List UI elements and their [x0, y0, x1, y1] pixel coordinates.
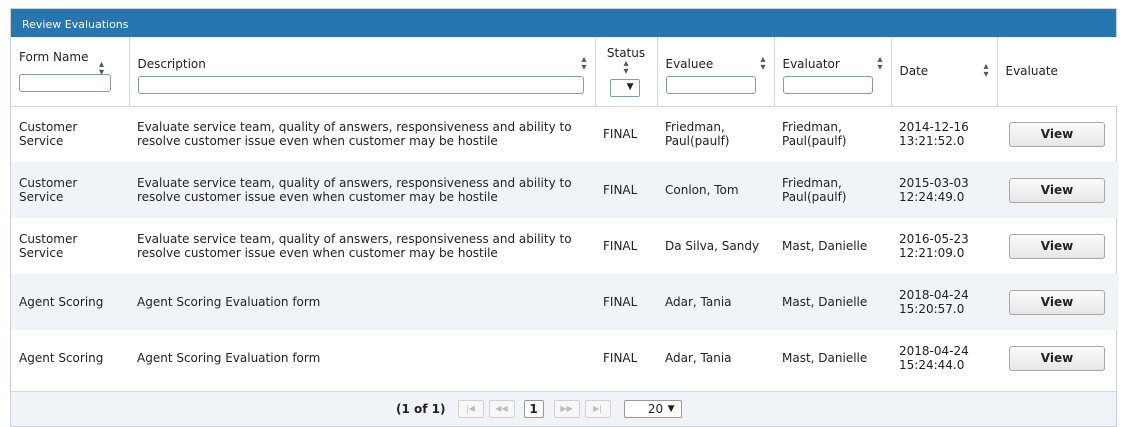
- date-cell: 2018-04-24 15:24:44.0: [899, 344, 969, 372]
- sort-icon[interactable]: ▴ ▾: [760, 55, 765, 73]
- sort-icon[interactable]: ▴ ▾: [623, 58, 628, 76]
- view-button[interactable]: View: [1009, 177, 1105, 203]
- paginator: (1 of 1) |◀ ◀◀ 1 ▶▶ ▶| 20 ▼: [11, 391, 1116, 426]
- evaluate-cell: View: [997, 274, 1118, 330]
- form-name-label: Form Name: [19, 50, 89, 65]
- column-header-status[interactable]: Status ▴ ▾ ▼: [595, 37, 658, 107]
- page-number-button[interactable]: 1: [523, 400, 544, 418]
- view-button[interactable]: View: [1009, 233, 1105, 259]
- description-cell: Evaluate service team, quality of answer…: [137, 176, 572, 204]
- last-page-button[interactable]: ▶|: [584, 400, 611, 418]
- status-cell: FINAL: [603, 239, 638, 253]
- form-name-cell: Customer Service: [19, 232, 78, 260]
- column-header-description[interactable]: Description ▴ ▾: [129, 37, 596, 107]
- column-header-evaluate: Evaluate: [997, 37, 1118, 107]
- next-page-button[interactable]: ▶▶: [553, 400, 580, 418]
- table-row: Agent Scoring Agent Scoring Evaluation f…: [11, 330, 1118, 386]
- evaluee-cell: Adar, Tania: [665, 295, 732, 309]
- column-header-date[interactable]: Date ▴ ▾: [891, 37, 998, 107]
- evaluator-cell: Friedman, Paul(paulf): [782, 176, 847, 204]
- description-cell: Evaluate service team, quality of answer…: [137, 232, 572, 260]
- evaluee-filter-input[interactable]: [665, 76, 756, 95]
- evaluator-label: Evaluator: [782, 57, 840, 72]
- evaluate-label: Evaluate: [1005, 64, 1058, 79]
- description-cell: Agent Scoring Evaluation form: [137, 295, 321, 309]
- evaluator-cell: Friedman, Paul(paulf): [782, 120, 847, 149]
- date-cell: 2015-03-03 12:24:49.0: [899, 176, 969, 204]
- form-name-filter-input[interactable]: [19, 74, 111, 93]
- description-cell: Agent Scoring Evaluation form: [137, 351, 321, 365]
- prev-page-button[interactable]: ◀◀: [488, 400, 515, 418]
- evaluee-cell: Adar, Tania: [665, 351, 732, 365]
- status-cell: FINAL: [603, 127, 638, 142]
- first-page-button[interactable]: |◀: [457, 400, 484, 418]
- table-row: Customer Service Evaluate service team, …: [11, 106, 1118, 162]
- sort-icon[interactable]: ▴ ▾: [983, 62, 988, 80]
- caret-down-icon: ▼: [626, 81, 634, 92]
- view-button[interactable]: View: [1009, 289, 1105, 315]
- date-cell: 2014-12-16 13:21:52.0: [899, 120, 969, 149]
- evaluate-cell: View: [997, 106, 1118, 162]
- date-cell: 2016-05-23 12:21:09.0: [899, 232, 969, 260]
- evaluee-cell: Conlon, Tom: [665, 183, 739, 197]
- review-evaluations-panel: Review Evaluations Form Name ▴ ▾ Descrip…: [10, 8, 1118, 427]
- evaluations-table: Form Name ▴ ▾ Description ▴ ▾ Status ▴ ▾ ▼: [11, 37, 1118, 386]
- table-row: Customer Service Evaluate service team, …: [11, 162, 1118, 218]
- view-button[interactable]: View: [1009, 345, 1105, 371]
- description-filter-input[interactable]: [137, 76, 584, 95]
- date-label: Date: [899, 64, 929, 79]
- rows-per-page-value: 20: [647, 402, 664, 416]
- evaluator-cell: Mast, Danielle: [782, 351, 868, 365]
- evaluator-filter-input[interactable]: [782, 76, 873, 95]
- table-row: Agent Scoring Agent Scoring Evaluation f…: [11, 274, 1118, 330]
- status-filter-select[interactable]: ▼: [609, 78, 640, 97]
- column-header-evaluee[interactable]: Evaluee ▴ ▾: [657, 37, 775, 107]
- column-header-form-name[interactable]: Form Name ▴ ▾: [11, 37, 130, 107]
- evaluee-label: Evaluee: [665, 57, 714, 72]
- sort-icon[interactable]: ▴ ▾: [581, 55, 586, 73]
- evaluate-cell: View: [997, 162, 1118, 218]
- evaluate-cell: View: [997, 218, 1118, 274]
- form-name-cell: Customer Service: [19, 176, 78, 204]
- evaluator-cell: Mast, Danielle: [782, 239, 868, 253]
- form-name-cell: Customer Service: [19, 120, 78, 149]
- paginator-controls: (1 of 1) |◀ ◀◀ 1 ▶▶ ▶| 20 ▼: [396, 400, 682, 418]
- panel-title: Review Evaluations: [11, 9, 1116, 37]
- table-row: Customer Service Evaluate service team, …: [11, 218, 1118, 274]
- view-button[interactable]: View: [1009, 121, 1105, 147]
- status-cell: FINAL: [603, 351, 638, 365]
- evaluee-cell: Friedman, Paul(paulf): [665, 120, 730, 149]
- column-header-evaluator[interactable]: Evaluator ▴ ▾: [774, 37, 892, 107]
- rows-per-page-select[interactable]: 20 ▼: [623, 400, 682, 418]
- description-label: Description: [137, 57, 206, 72]
- description-cell: Evaluate service team, quality of answer…: [137, 120, 572, 149]
- sort-icon[interactable]: ▴ ▾: [877, 55, 882, 73]
- form-name-cell: Agent Scoring: [19, 351, 104, 365]
- date-cell: 2018-04-24 15:20:57.0: [899, 288, 969, 316]
- caret-down-icon: ▼: [667, 404, 675, 414]
- form-name-cell: Agent Scoring: [19, 295, 104, 309]
- status-cell: FINAL: [603, 295, 638, 309]
- evaluee-cell: Da Silva, Sandy: [665, 239, 760, 253]
- page-status: (1 of 1): [396, 402, 446, 416]
- sort-icon[interactable]: ▴ ▾: [99, 60, 104, 78]
- evaluator-cell: Mast, Danielle: [782, 295, 868, 309]
- evaluate-cell: View: [997, 330, 1118, 386]
- status-cell: FINAL: [603, 183, 638, 197]
